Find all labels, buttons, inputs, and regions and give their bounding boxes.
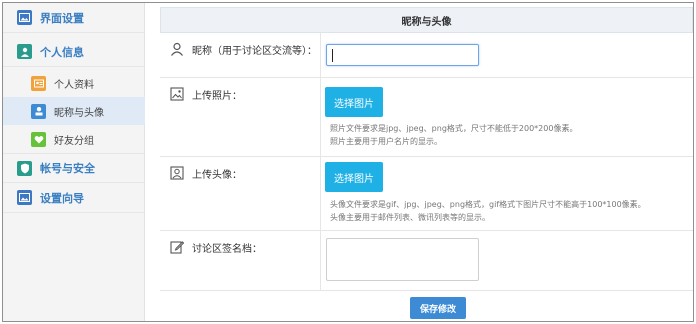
photo-label: 上传照片：	[192, 90, 242, 102]
sidebar-item-friend-groups[interactable]: 好友分组	[3, 125, 145, 153]
sidebar-item-profile[interactable]: 个人资料	[3, 69, 145, 97]
sidebar-item-label: 好友分组	[54, 135, 94, 147]
sidebar-item-label: 帐号与安全	[40, 162, 95, 175]
photo-label-wrap: 上传照片：	[170, 86, 320, 102]
text-caret	[332, 49, 333, 62]
signature-label-wrap: 讨论区签名档：	[170, 239, 320, 255]
nickname-label-wrap: 昵称（用于讨论区交流等）：	[170, 41, 320, 57]
signature-textarea[interactable]	[326, 238, 479, 281]
sidebar-item-label: 界面设置	[40, 11, 84, 25]
select-avatar-button[interactable]: 选择图片	[325, 162, 383, 192]
photo-row: 上传照片： 选择图片 照片文件要求是jpg、jpeg、png格式，尺寸不能低于2…	[160, 78, 693, 157]
sidebar-item-label: 个人信息	[40, 45, 84, 59]
avatar-row: 上传头像： 选择图片 头像文件要求是gif、jpg、jpeg、png格式，gif…	[160, 157, 693, 231]
settings-window: 界面设置 个人信息 个人资料 昵称与头像 好友分组 帐号与安全 设置向导 昵称与…	[2, 2, 694, 322]
photo-hint-usage: 照片主要用于用户名片的显示。	[330, 137, 442, 146]
sidebar-item-interface-settings[interactable]: 界面设置	[3, 3, 145, 33]
sidebar-item-label: 昵称与头像	[54, 107, 104, 119]
person-outline-icon	[171, 42, 183, 56]
page-title: 昵称与头像	[160, 7, 693, 33]
sidebar-item-personal-info[interactable]: 个人信息	[3, 37, 145, 67]
edit-icon	[170, 241, 184, 254]
guide-icon	[17, 190, 32, 205]
avatar-hint-format: 头像文件要求是gif、jpg、jpeg、png格式，gif格式下图片尺寸不能高于…	[330, 200, 646, 209]
select-photo-button[interactable]: 选择图片	[325, 87, 383, 117]
sidebar: 界面设置 个人信息 个人资料 昵称与头像 好友分组 帐号与安全 设置向导	[3, 3, 145, 321]
sidebar-item-nickname-avatar[interactable]: 昵称与头像	[3, 97, 145, 125]
nickname-row: 昵称（用于讨论区交流等）：	[160, 33, 693, 78]
avatar-label-wrap: 上传头像：	[170, 165, 320, 181]
image-icon	[17, 10, 32, 25]
sidebar-item-account-security[interactable]: 帐号与安全	[3, 153, 145, 183]
sidebar-item-label: 设置向导	[40, 191, 84, 205]
avatar-hint-usage: 头像主要用于邮件列表、微讯列表等的显示。	[330, 213, 490, 222]
nickname-input[interactable]	[326, 44, 479, 66]
user-icon	[17, 44, 32, 59]
signature-label: 讨论区签名档：	[192, 243, 262, 255]
main-panel: 昵称与头像 昵称（用于讨论区交流等）： 上传照片： 选择图片 照片文件要求是jp…	[160, 7, 693, 321]
nickname-label: 昵称（用于讨论区交流等）：	[192, 45, 317, 57]
signature-row: 讨论区签名档：	[160, 231, 693, 291]
sidebar-item-setup-wizard[interactable]: 设置向导	[3, 183, 145, 213]
heart-icon	[31, 131, 46, 147]
avatar-upload-icon	[170, 166, 184, 180]
shield-icon	[17, 160, 32, 176]
sidebar-item-label: 个人资料	[54, 79, 94, 91]
avatar-label: 上传头像：	[192, 169, 242, 181]
save-button[interactable]: 保存修改	[410, 297, 466, 319]
photo-upload-icon	[170, 87, 184, 101]
profile-card-icon	[31, 75, 46, 91]
photo-hint-format: 照片文件要求是jpg、jpeg、png格式，尺寸不能低于200*200像素。	[330, 124, 578, 133]
avatar-icon	[31, 103, 46, 119]
